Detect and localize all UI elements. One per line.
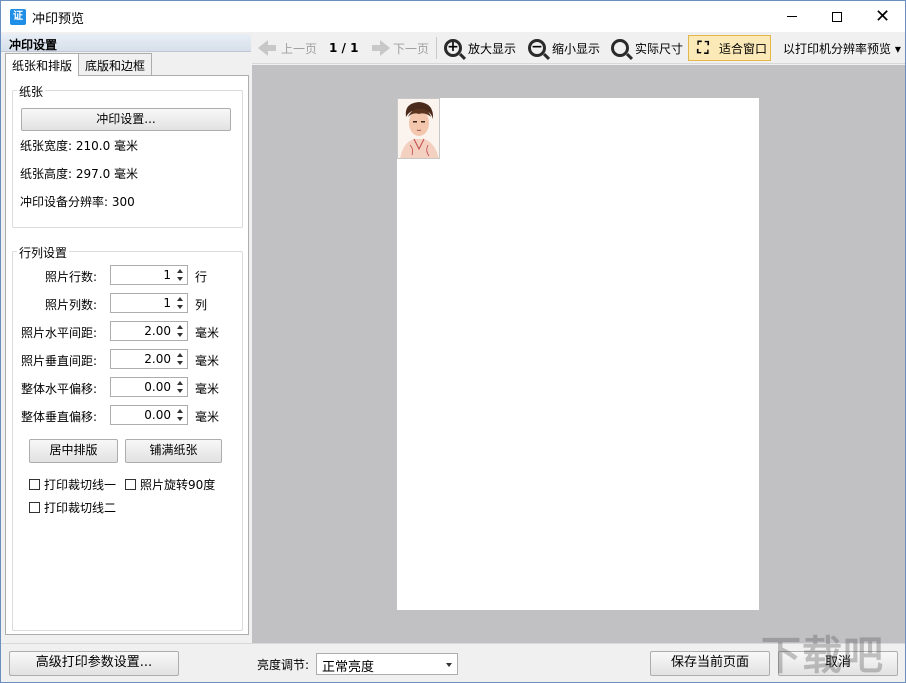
- spinner-arrows-icon[interactable]: [176, 380, 185, 395]
- window-title: 冲印预览: [32, 12, 85, 27]
- rows-value: 1: [163, 268, 171, 282]
- actual-size-label: 实际尺寸: [635, 41, 684, 56]
- cols-spinner[interactable]: 1: [110, 293, 188, 313]
- brightness-value: 正常亮度: [322, 660, 375, 675]
- zoom-in-button[interactable]: + 放大显示: [444, 32, 516, 64]
- h-offset-unit: 毫米: [195, 382, 220, 396]
- v-offset-value: 0.00: [144, 408, 171, 422]
- close-icon: ✕: [874, 5, 891, 27]
- arrow-right-icon: [372, 40, 390, 56]
- close-button[interactable]: ✕: [860, 1, 905, 32]
- brightness-label: 亮度调节:: [257, 658, 310, 672]
- paper-page: [397, 98, 759, 610]
- next-page-button[interactable]: 下一页: [366, 32, 429, 64]
- tab-content: 纸张 冲印设置... 纸张宽度: 210.0 毫米 纸张高度: 297.0 毫米…: [5, 75, 249, 635]
- next-page-label: 下一页: [393, 41, 430, 56]
- center-layout-button[interactable]: 居中排版: [29, 439, 118, 463]
- zoom-in-icon: +: [444, 39, 462, 57]
- prev-page-label: 上一页: [281, 41, 318, 56]
- cut-line-one-checkbox[interactable]: 打印裁切线一: [29, 476, 116, 493]
- cut-line-two-checkbox[interactable]: 打印裁切线二: [29, 499, 116, 516]
- paper-width-label: 纸张宽度: 210.0 毫米: [20, 139, 139, 153]
- portrait-image: [398, 99, 439, 158]
- settings-tabs: 纸张和排版 底版和边框: [5, 53, 153, 76]
- v-offset-label: 整体垂直偏移:: [20, 410, 97, 424]
- spinner-arrows-icon[interactable]: [176, 296, 185, 311]
- spinner-arrows-icon[interactable]: [176, 408, 185, 423]
- save-current-page-button[interactable]: 保存当前页面: [650, 651, 770, 676]
- rows-unit: 行: [195, 270, 208, 284]
- zoom-out-label: 缩小显示: [552, 41, 601, 56]
- cols-unit: 列: [195, 298, 208, 312]
- preview-area: [252, 65, 905, 643]
- h-spacing-value: 2.00: [144, 324, 171, 338]
- title-bar: 证 冲印预览 ✕: [1, 1, 905, 32]
- rotate-photo-checkbox[interactable]: 照片旋转90度: [125, 476, 215, 493]
- layout-group-title: 行列设置: [17, 244, 70, 261]
- cut-line-one-label: 打印裁切线一: [44, 478, 117, 492]
- panel-title: 冲印设置: [1, 34, 251, 52]
- minimize-button[interactable]: [769, 1, 814, 32]
- v-spacing-spinner[interactable]: 2.00: [110, 349, 188, 369]
- h-spacing-spinner[interactable]: 2.00: [110, 321, 188, 341]
- v-spacing-value: 2.00: [144, 352, 171, 366]
- preview-toolbar: 上一页 1 / 1 下一页 + 放大显示 − 缩小显示 实际尺寸 ⛶ 适合窗口 …: [252, 32, 905, 64]
- maximize-icon: [831, 11, 842, 22]
- zoom-out-icon: −: [528, 39, 546, 57]
- prev-page-button[interactable]: 上一页: [258, 32, 317, 64]
- paper-group-title: 纸张: [17, 83, 46, 100]
- arrow-left-icon: [258, 40, 276, 56]
- cols-value: 1: [163, 296, 171, 310]
- maximize-button[interactable]: [814, 1, 859, 32]
- v-spacing-unit: 毫米: [195, 354, 220, 368]
- tab-paper-layout[interactable]: 纸张和排版: [5, 53, 80, 76]
- zoom-out-button[interactable]: − 缩小显示: [528, 32, 600, 64]
- resolution-label: 冲印设备分辨率: 300: [20, 195, 135, 209]
- layout-group: 行列设置 照片行数: 1 行 照片列数: 1 列 照片水平间距: 2.00 毫米…: [12, 244, 243, 631]
- page-indicator: 1 / 1: [329, 41, 359, 55]
- toolbar-divider: [436, 37, 437, 59]
- checkbox-box[interactable]: [29, 479, 40, 490]
- checkbox-box[interactable]: [29, 502, 40, 513]
- paper-group: 纸张 冲印设置... 纸张宽度: 210.0 毫米 纸张高度: 297.0 毫米…: [12, 83, 243, 228]
- photo-thumbnail[interactable]: [397, 98, 440, 159]
- fit-window-label: 适合窗口: [719, 41, 768, 56]
- rows-label: 照片行数:: [44, 270, 97, 284]
- printer-resolution-dropdown[interactable]: 以打印机分辨率预览 ▾: [783, 32, 901, 64]
- v-offset-spinner[interactable]: 0.00: [110, 405, 188, 425]
- fit-window-button[interactable]: ⛶ 适合窗口: [692, 32, 767, 64]
- checkbox-box[interactable]: [125, 479, 136, 490]
- print-preview-window: 证 冲印预览 ✕ 冲印设置 纸张和排版 底版和边框 纸张 冲印设置... 纸张宽…: [0, 0, 906, 683]
- spinner-arrows-icon[interactable]: [176, 352, 185, 367]
- h-spacing-unit: 毫米: [195, 326, 220, 340]
- rotate-photo-label: 照片旋转90度: [140, 478, 216, 492]
- magnifier-icon: [611, 39, 629, 57]
- fill-paper-button[interactable]: 铺满纸张: [125, 439, 222, 463]
- chevron-down-icon: [446, 663, 452, 667]
- paper-height-label: 纸张高度: 297.0 毫米: [20, 167, 139, 181]
- minimize-icon: [786, 16, 797, 17]
- h-offset-value: 0.00: [144, 380, 171, 394]
- site-watermark: 下载吧: [761, 633, 884, 679]
- h-offset-label: 整体水平偏移:: [20, 382, 97, 396]
- cut-line-two-label: 打印裁切线二: [44, 501, 117, 515]
- advanced-print-settings-button[interactable]: 高级打印参数设置...: [9, 651, 179, 676]
- actual-size-button[interactable]: 实际尺寸: [611, 32, 683, 64]
- fit-window-icon: ⛶: [697, 38, 709, 57]
- h-spacing-label: 照片水平间距:: [20, 326, 97, 340]
- v-offset-unit: 毫米: [195, 410, 220, 424]
- spinner-arrows-icon[interactable]: [176, 324, 185, 339]
- print-settings-button[interactable]: 冲印设置...: [21, 108, 231, 131]
- brightness-select[interactable]: 正常亮度: [316, 653, 458, 675]
- spinner-arrows-icon[interactable]: [176, 268, 185, 283]
- zoom-in-label: 放大显示: [468, 41, 517, 56]
- tab-backing-border[interactable]: 底版和边框: [78, 53, 153, 75]
- app-icon: 证: [10, 9, 26, 25]
- settings-panel: 冲印设置 纸张和排版 底版和边框 纸张 冲印设置... 纸张宽度: 210.0 …: [1, 32, 252, 643]
- h-offset-spinner[interactable]: 0.00: [110, 377, 188, 397]
- v-spacing-label: 照片垂直间距:: [20, 354, 97, 368]
- cols-label: 照片列数:: [44, 298, 97, 312]
- rows-spinner[interactable]: 1: [110, 265, 188, 285]
